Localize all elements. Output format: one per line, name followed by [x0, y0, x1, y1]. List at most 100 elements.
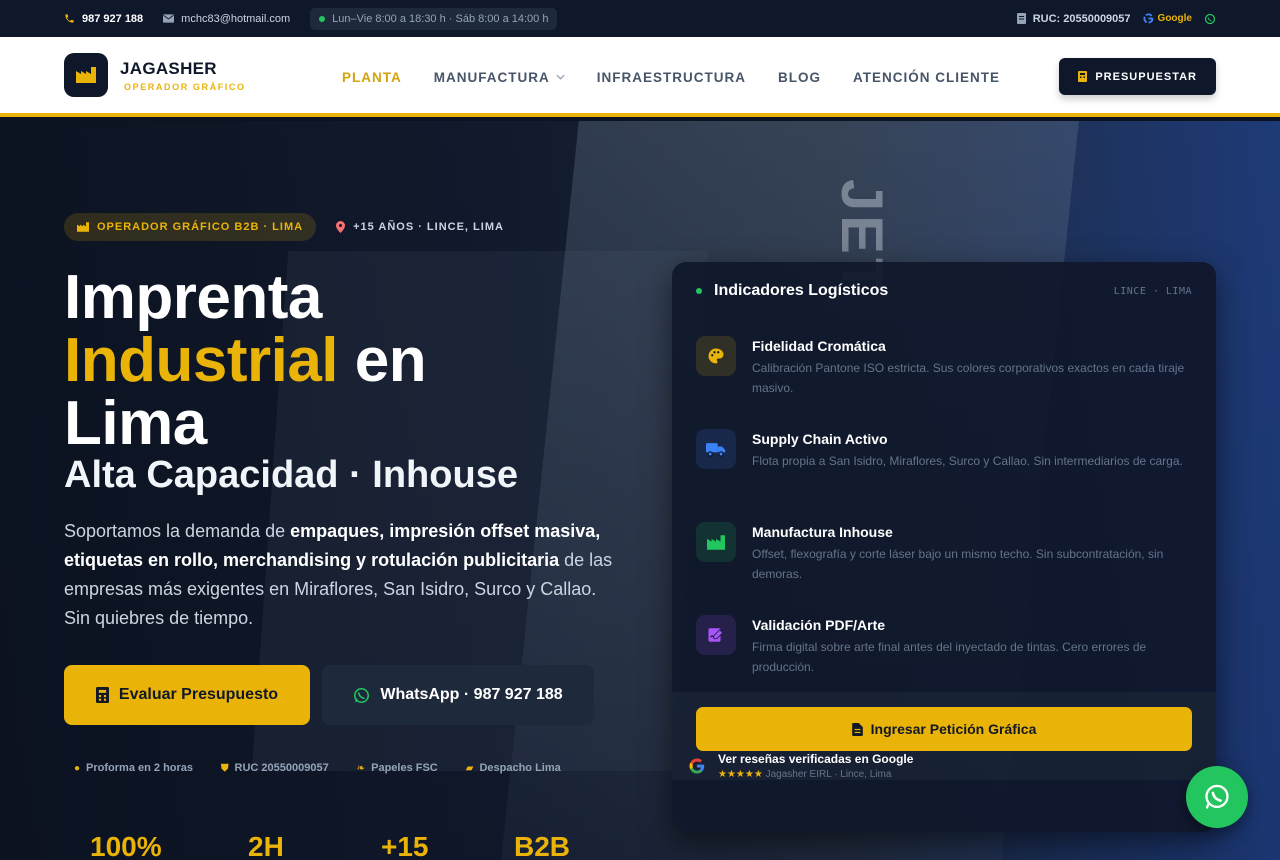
google-icon [1143, 13, 1154, 24]
nav-blog[interactable]: BLOG [778, 70, 821, 85]
feature-desc: Offset, flexografía y corte láser bajo u… [752, 547, 1164, 581]
topbar-google-link[interactable]: Google [1143, 13, 1192, 24]
truck-icon [696, 429, 736, 469]
factory-icon [77, 222, 89, 232]
evaluar-presupuesto-button[interactable]: Evaluar Presupuesto [64, 665, 310, 725]
calculator-icon [1078, 71, 1088, 82]
status-dot [696, 288, 702, 294]
reviews-title: Ver reseñas verificadas en Google [718, 752, 914, 766]
phone-icon [65, 14, 74, 23]
lead-part1: Soportamos la demanda de [64, 521, 291, 541]
hero-title: Imprenta Industrial en Lima [64, 263, 427, 458]
palette-icon [696, 336, 736, 376]
main-nav: PLANTA MANUFACTURA INFRAESTRUCTURA BLOG … [342, 37, 1000, 117]
stat-value: 2H [248, 831, 284, 860]
topbar-phone[interactable]: 987 927 188 [64, 13, 143, 25]
hero-subtitle: Alta Capacidad · Inhouse [64, 454, 518, 496]
trust-item: ❧ Papeles FSC [357, 762, 438, 774]
stat-value: +15 [381, 831, 429, 860]
hero-lead: Soportamos la demanda de empaques, impre… [64, 517, 614, 633]
trust-text: Proforma en 2 horas [86, 762, 194, 774]
brand-name: JAGASHER [120, 58, 217, 78]
nav-manufactura-label: MANUFACTURA [433, 69, 550, 85]
trust-text: RUC 20550009057 [234, 762, 329, 774]
trust-badges: ● Proforma en 2 horas ⛊ RUC 20550009057 ❧ P… [74, 762, 561, 774]
nav-manufactura[interactable]: MANUFACTURA [434, 70, 565, 85]
feature-item: Fidelidad Cromática Calibración Pantone … [696, 336, 1192, 398]
presupuestar-button[interactable]: PRESUPUESTAR [1059, 58, 1216, 95]
hero: JET OPERADOR GRÁFICO B2B · LIMA +15 AÑOS… [0, 121, 1280, 860]
hero-title-line1: Imprenta [64, 263, 322, 332]
evaluar-presupuesto-label: Evaluar Presupuesto [118, 686, 279, 703]
feature-title: Validación PDF/Arte [752, 617, 886, 633]
whatsapp-icon [1205, 784, 1229, 809]
clock-icon: ● [74, 762, 81, 774]
presupuestar-label: PRESUPUESTAR [1095, 70, 1197, 83]
google-icon [689, 758, 705, 774]
ingresar-peticion-label: Ingresar Petición Gráfica [870, 721, 1037, 737]
nav-infraestructura[interactable]: INFRAESTRUCTURA [597, 70, 746, 85]
topbar-email[interactable]: mchc83@hotmail.com [163, 13, 290, 25]
trust-item: ● Proforma en 2 horas [74, 762, 193, 774]
feature-title: Supply Chain Activo [752, 431, 888, 447]
hero-title-highlight: Industrial [64, 326, 339, 395]
feature-desc: Flota propia a San Isidro, Miraflores, S… [752, 454, 1183, 468]
site-header: JAGASHER OPERADOR GRÁFICO PLANTA MANUFAC… [0, 37, 1280, 117]
topbar-ruc: RUC: 20550009057 [1016, 12, 1131, 25]
trust-text: Despacho Lima [479, 762, 561, 774]
document-icon [851, 722, 863, 736]
truck-icon: ▰ [465, 762, 474, 774]
whatsapp-icon[interactable] [1204, 13, 1216, 25]
logo[interactable]: JAGASHER OPERADOR GRÁFICO [64, 53, 246, 97]
map-pin-icon [336, 221, 346, 233]
document-icon [1016, 13, 1026, 24]
reviews-company: Jagasher EIRL · Lince, Lima [765, 769, 892, 780]
hero-location-text: +15 AÑOS · LINCE, LIMA [353, 221, 504, 233]
trust-item: ▰ Despacho Lima [466, 762, 561, 774]
topbar-hours-text: Lun–Vie 8:00 a 18:30 h · Sáb 8:00 a 14:0… [332, 12, 549, 25]
top-bar: 987 927 188 mchc83@hotmail.com Lun–Vie 8… [0, 0, 1280, 37]
hero-location: +15 AÑOS · LINCE, LIMA [336, 221, 504, 233]
whatsapp-floating-button[interactable] [1186, 766, 1248, 828]
indicators-card: Indicadores Logísticos LINCE · LIMA Fide… [672, 262, 1216, 832]
nav-atencion-cliente[interactable]: ATENCIÓN CLIENTE [853, 70, 1000, 85]
chevron-down-icon [556, 74, 565, 80]
topbar-phone-text: 987 927 188 [82, 12, 144, 25]
feature-desc: Calibración Pantone ISO estricta. Sus co… [752, 361, 1185, 395]
stat-value: B2B [514, 831, 571, 860]
feature-title: Fidelidad Cromática [752, 338, 886, 354]
logo-mark [64, 53, 108, 97]
signature-icon [696, 615, 736, 655]
card-location: LINCE · LIMA [1113, 285, 1192, 297]
topbar-google-text: Google [1157, 13, 1192, 24]
feature-desc: Firma digital sobre arte final antes del… [752, 640, 1147, 674]
topbar-email-text: mchc83@hotmail.com [181, 12, 291, 25]
google-reviews-link[interactable]: Ver reseñas verificadas en Google ★★★★★ … [688, 752, 913, 780]
mail-icon [163, 14, 175, 23]
trust-item: ⛊ RUC 20550009057 [221, 762, 329, 774]
factory-icon [696, 522, 736, 562]
star-rating: ★★★★★ [718, 769, 763, 780]
status-dot [319, 15, 326, 22]
ingresar-peticion-button[interactable]: Ingresar Petición Gráfica [696, 707, 1192, 751]
whatsapp-icon [354, 687, 370, 703]
hero-badge: OPERADOR GRÁFICO B2B · LIMA [64, 213, 317, 241]
calculator-icon [95, 687, 109, 703]
card-title: Indicadores Logísticos [696, 282, 888, 300]
shield-icon: ⛊ [221, 762, 229, 774]
whatsapp-button-label: WhatsApp · 987 927 188 [380, 686, 563, 703]
brand-tagline: OPERADOR GRÁFICO [124, 81, 246, 92]
feature-item: Validación PDF/Arte Firma digital sobre … [696, 615, 1192, 677]
trust-text: Papeles FSC [371, 762, 438, 774]
hero-stats: 100% 2H +15 B2B [90, 831, 570, 860]
topbar-ruc-text: RUC: 20550009057 [1032, 12, 1131, 25]
card-title-text: Indicadores Logísticos [714, 282, 889, 299]
factory-icon [76, 67, 96, 83]
reviews-subtitle: ★★★★★ Jagasher EIRL · Lince, Lima [718, 769, 913, 780]
whatsapp-button[interactable]: WhatsApp · 987 927 188 [322, 665, 594, 725]
nav-planta[interactable]: PLANTA [342, 70, 402, 85]
hero-badge-text: OPERADOR GRÁFICO B2B · LIMA [97, 221, 304, 233]
feature-title: Manufactura Inhouse [752, 524, 893, 540]
feature-item: Manufactura Inhouse Offset, flexografía … [696, 522, 1192, 584]
hero-title-line3: Lima [64, 389, 207, 458]
